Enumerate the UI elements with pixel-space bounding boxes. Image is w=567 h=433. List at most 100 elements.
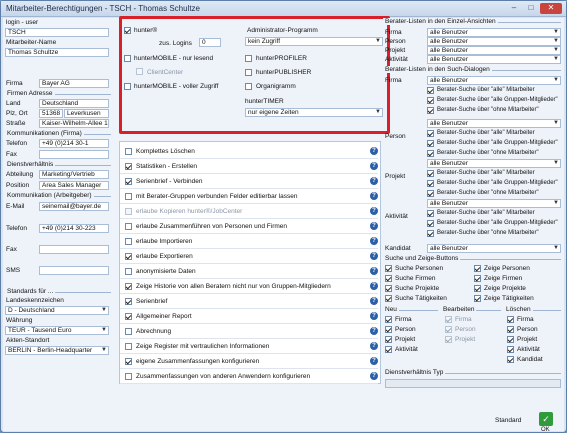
suche-checkbox[interactable]	[385, 295, 392, 302]
perm-checkbox[interactable]	[125, 253, 132, 260]
neu-checkbox[interactable]	[385, 336, 392, 343]
loeschen-checkbox[interactable]	[507, 356, 514, 363]
such-checkbox[interactable]	[427, 220, 434, 227]
help-icon[interactable]: ?	[370, 192, 378, 200]
fax-field[interactable]	[39, 150, 109, 159]
telefon-field[interactable]: +49 (0)214 30-1	[39, 139, 109, 148]
chevron-down-icon: ▼	[553, 200, 559, 206]
firma-field[interactable]: Bayer AG	[39, 79, 109, 88]
loeschen-checkbox[interactable]	[507, 336, 514, 343]
maximize-button[interactable]: □	[523, 3, 539, 14]
zeige-checkbox[interactable]	[474, 265, 481, 272]
akten-select[interactable]: BERLIN - Berlin-Headquarter ▼	[5, 346, 109, 355]
suche-checkbox[interactable]	[385, 275, 392, 282]
bearb-checkbox[interactable]	[445, 336, 452, 343]
perm-checkbox[interactable]	[125, 283, 132, 290]
help-icon[interactable]: ?	[370, 297, 378, 305]
strasse-field[interactable]: Kaiser-Wilhelm-Allee 1	[39, 119, 109, 128]
loeschen-checkbox[interactable]	[507, 316, 514, 323]
perm-checkbox[interactable]	[125, 148, 132, 155]
minimize-button[interactable]: –	[506, 3, 522, 14]
neu-checkbox[interactable]	[385, 316, 392, 323]
email-label: E-Mail	[6, 203, 25, 210]
telefon2-field[interactable]: +49 (0)214 30-223	[39, 224, 109, 233]
help-icon[interactable]: ?	[370, 162, 378, 170]
such-select[interactable]: alle Benutzer ▼	[427, 199, 561, 208]
name-field[interactable]: Thomas Schultze	[5, 48, 109, 57]
position-field[interactable]: Area Sales Manager	[39, 181, 109, 190]
sms-field[interactable]	[39, 266, 109, 275]
help-icon[interactable]: ?	[370, 372, 378, 380]
bearb-label: Person	[455, 326, 476, 333]
perm-checkbox[interactable]	[125, 373, 132, 380]
such-select[interactable]: alle Benutzer ▼	[427, 159, 561, 168]
help-icon[interactable]: ?	[370, 222, 378, 230]
perm-checkbox[interactable]	[125, 178, 132, 185]
perm-checkbox[interactable]	[125, 298, 132, 305]
help-icon[interactable]: ?	[370, 177, 378, 185]
email-field[interactable]: seinemail@bayer.de	[39, 202, 109, 211]
perm-checkbox[interactable]	[125, 313, 132, 320]
plz-field[interactable]: 51368	[39, 109, 63, 118]
ort-field[interactable]: Leverkusen	[64, 109, 109, 118]
help-icon[interactable]: ?	[370, 147, 378, 155]
perm-checkbox[interactable]	[125, 208, 132, 215]
einzel-select[interactable]: alle Benutzer ▼	[427, 46, 561, 55]
such-checkbox[interactable]	[427, 140, 434, 147]
land-field[interactable]: Deutschland	[39, 99, 109, 108]
neu-checkbox[interactable]	[385, 346, 392, 353]
zeige-checkbox[interactable]	[474, 285, 481, 292]
suche-checkbox[interactable]	[385, 265, 392, 272]
loeschen-checkbox[interactable]	[507, 346, 514, 353]
help-icon[interactable]: ?	[370, 327, 378, 335]
einzel-select[interactable]: alle Benutzer ▼	[427, 55, 561, 64]
fax2-field[interactable]	[39, 245, 109, 254]
laender-select[interactable]: D - Deutschland ▼	[5, 306, 109, 315]
suche-checkbox[interactable]	[385, 285, 392, 292]
ok-button[interactable]: ✓	[539, 412, 553, 426]
such-checkbox[interactable]	[427, 190, 434, 197]
such-checkbox[interactable]	[427, 87, 434, 94]
abteilung-field[interactable]: Marketing/Vertrieb	[39, 170, 109, 179]
such-checkbox[interactable]	[427, 180, 434, 187]
perm-checkbox[interactable]	[125, 238, 132, 245]
dienst-typ-field[interactable]	[385, 379, 561, 388]
help-icon[interactable]: ?	[370, 267, 378, 275]
kandidat-select[interactable]: alle Benutzer ▼	[427, 244, 561, 253]
perm-checkbox[interactable]	[125, 358, 132, 365]
einzel-select[interactable]: alle Benutzer ▼	[427, 28, 561, 37]
such-checkbox[interactable]	[427, 150, 434, 157]
bearb-checkbox[interactable]	[445, 316, 452, 323]
such-checkbox[interactable]	[427, 170, 434, 177]
help-icon[interactable]: ?	[370, 237, 378, 245]
such-checkbox[interactable]	[427, 210, 434, 217]
such-checkbox[interactable]	[427, 97, 434, 104]
help-icon[interactable]: ?	[370, 357, 378, 365]
perm-checkbox[interactable]	[125, 163, 132, 170]
einzel-select[interactable]: alle Benutzer ▼	[427, 37, 561, 46]
perm-checkbox[interactable]	[125, 223, 132, 230]
perm-checkbox[interactable]	[125, 343, 132, 350]
such-checkbox[interactable]	[427, 230, 434, 237]
login-field[interactable]: TSCH	[5, 28, 109, 37]
such-checkbox[interactable]	[427, 107, 434, 114]
loeschen-checkbox[interactable]	[507, 326, 514, 333]
help-icon[interactable]: ?	[370, 252, 378, 260]
close-button[interactable]: ✕	[540, 3, 562, 14]
such-select[interactable]: alle Benutzer ▼	[427, 76, 561, 85]
such-select[interactable]: alle Benutzer ▼	[427, 119, 561, 128]
help-icon[interactable]: ?	[370, 282, 378, 290]
bearb-checkbox[interactable]	[445, 326, 452, 333]
waehrung-select[interactable]: TEUR - Tausend Euro ▼	[5, 326, 109, 335]
help-icon[interactable]: ?	[370, 342, 378, 350]
such-checkbox[interactable]	[427, 130, 434, 137]
zeige-checkbox[interactable]	[474, 295, 481, 302]
zeige-checkbox[interactable]	[474, 275, 481, 282]
perm-checkbox[interactable]	[125, 328, 132, 335]
neu-checkbox[interactable]	[385, 326, 392, 333]
perm-checkbox[interactable]	[125, 193, 132, 200]
telefon2-label: Telefon	[6, 225, 27, 232]
perm-checkbox[interactable]	[125, 268, 132, 275]
help-icon[interactable]: ?	[370, 312, 378, 320]
help-icon[interactable]: ?	[370, 207, 378, 215]
